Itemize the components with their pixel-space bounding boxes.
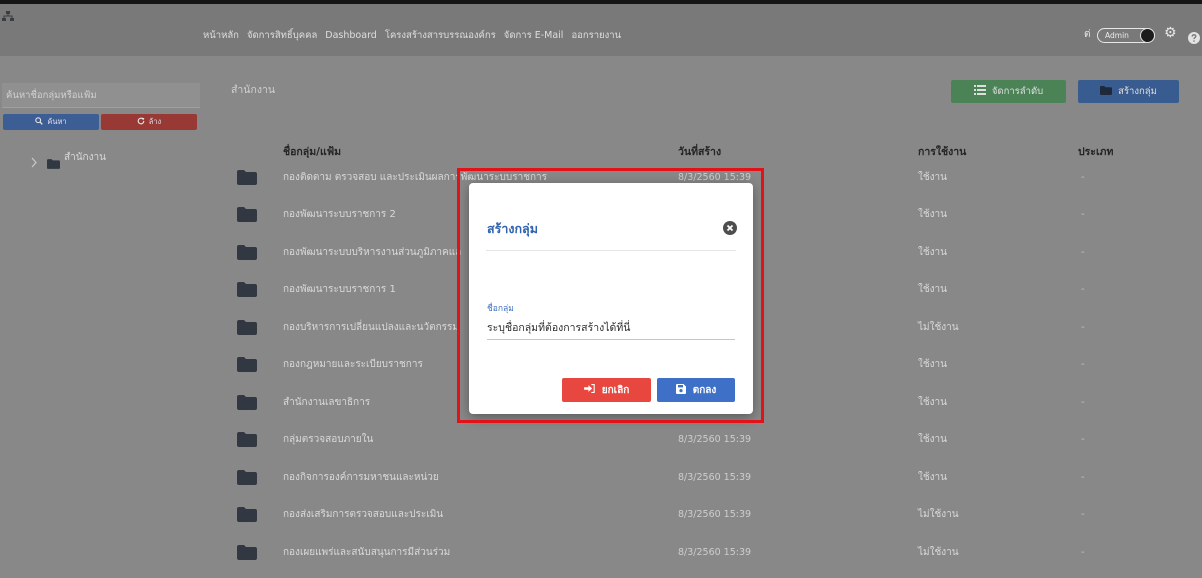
dialog-divider (486, 250, 736, 251)
cancel-button[interactable]: ยกเลิก (562, 378, 651, 402)
sign-out-icon (583, 384, 595, 396)
ok-button-label: ตกลง (692, 384, 717, 396)
save-icon (675, 383, 686, 397)
group-name-input[interactable] (487, 316, 735, 340)
cancel-button-label: ยกเลิก (601, 384, 630, 396)
ok-button[interactable]: ตกลง (657, 378, 735, 402)
dialog-title: สร้างกลุ่ม (487, 221, 538, 236)
group-name-label: ชื่อกลุ่ม (487, 304, 514, 314)
create-group-dialog: สร้างกลุ่ม ชื่อกลุ่ม ยกเลิก ตกลง (469, 183, 753, 414)
close-icon[interactable] (723, 220, 737, 235)
